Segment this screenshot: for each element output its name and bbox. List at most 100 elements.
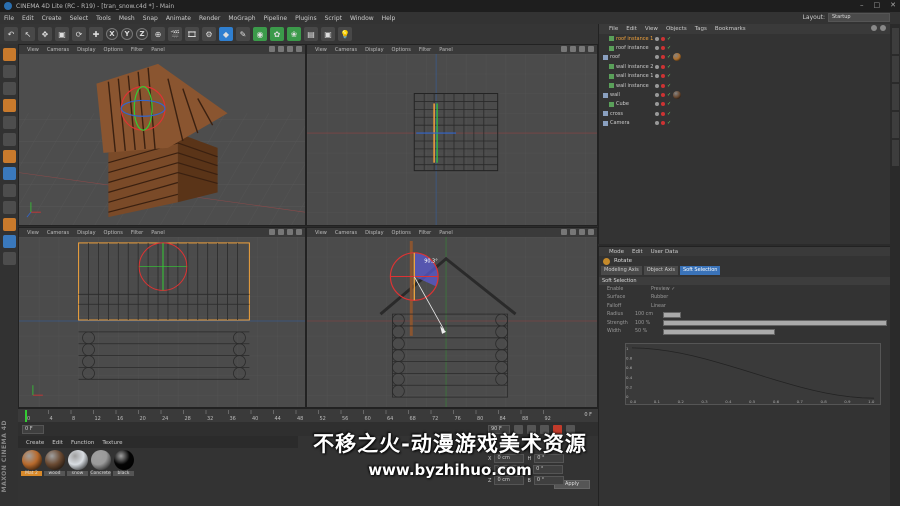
texture-mode-icon[interactable] (2, 65, 16, 78)
menu-edit[interactable]: Edit (22, 15, 34, 22)
om-menu-objects[interactable]: Objects (666, 26, 687, 32)
enabled-check-icon[interactable]: ✓ (667, 101, 671, 107)
maximize-icon[interactable] (296, 229, 302, 235)
render-visibility-dot[interactable] (661, 64, 665, 69)
vp-menu-filter[interactable]: Filter (419, 230, 431, 236)
zoom-icon[interactable] (278, 229, 284, 235)
playhead[interactable] (25, 410, 27, 422)
editor-visibility-dot[interactable] (655, 55, 659, 60)
orbit-icon[interactable] (287, 46, 293, 52)
render-visibility-dot[interactable] (661, 46, 665, 51)
enabled-check-icon[interactable]: ✓ (667, 64, 671, 70)
param-slider[interactable] (663, 311, 681, 318)
menu-window[interactable]: Window (350, 15, 374, 22)
object-row[interactable]: Cube ✓ (599, 100, 890, 109)
vp-menu-view[interactable]: View (27, 47, 39, 53)
y-axis-lock-button[interactable]: Y (121, 28, 133, 40)
render-picture-viewer-icon[interactable]: 🎞 (185, 27, 199, 41)
close-button[interactable]: ✕ (890, 1, 896, 9)
zoom-icon[interactable] (570, 46, 576, 52)
takes-dock-tab[interactable] (891, 56, 899, 82)
material-swatch[interactable]: Mat 2 (21, 450, 42, 476)
vp-menu-options[interactable]: Options (104, 230, 123, 236)
vp-menu-view[interactable]: View (27, 230, 39, 236)
editor-visibility-dot[interactable] (655, 111, 659, 116)
vp-menu-panel[interactable]: Panel (439, 230, 453, 236)
layers-dock-tab[interactable] (891, 140, 899, 166)
vp-menu-options[interactable]: Options (392, 47, 411, 53)
menu-mograph[interactable]: MoGraph (228, 15, 255, 22)
vp-menu-cameras[interactable]: Cameras (335, 47, 357, 53)
menu-create[interactable]: Create (42, 15, 62, 22)
pan-icon[interactable] (561, 229, 567, 235)
tab-object-axis[interactable]: Object Axis (643, 266, 678, 275)
maximize-icon[interactable] (588, 46, 594, 52)
falloff-graph[interactable]: 0.0 0.1 0.2 0.3 0.4 0.5 0.6 0.7 0.8 0.9 1.0 1 0.8 0.6… (625, 343, 881, 405)
layout-dropdown[interactable]: Startup (828, 13, 890, 22)
render-settings-icon[interactable]: ⚙ (202, 27, 216, 41)
material-tag-icon[interactable] (673, 91, 681, 100)
viewport-top[interactable]: View Cameras Display Options Filter Pane… (306, 44, 598, 226)
camera-icon[interactable]: ▣ (321, 27, 335, 41)
orbit-icon[interactable] (579, 229, 585, 235)
editor-visibility-dot[interactable] (655, 36, 659, 41)
render-visibility-dot[interactable] (661, 83, 665, 88)
menu-script[interactable]: Script (325, 15, 342, 22)
render-visibility-dot[interactable] (661, 74, 665, 79)
enable-axis-icon[interactable] (2, 167, 16, 180)
array-icon[interactable]: ✿ (270, 27, 284, 41)
menu-file[interactable]: File (4, 15, 14, 22)
am-menu-edit[interactable]: Edit (632, 249, 643, 255)
mat-menu-edit[interactable]: Edit (52, 440, 63, 446)
mat-menu-create[interactable]: Create (26, 440, 44, 446)
tab-soft-selection[interactable]: Soft Selection (679, 266, 721, 275)
move-icon[interactable]: ✥ (38, 27, 52, 41)
vp-menu-options[interactable]: Options (392, 230, 411, 236)
enabled-check-icon[interactable]: ✓ (667, 36, 671, 42)
material-swatch[interactable]: snow (67, 450, 88, 476)
editor-visibility-dot[interactable] (655, 102, 659, 107)
object-row[interactable]: wall instance 1 ✓ (599, 72, 890, 81)
snap-icon[interactable] (2, 201, 16, 214)
render-visibility-dot[interactable] (661, 55, 665, 60)
floor-icon[interactable]: ▤ (304, 27, 318, 41)
param-slider[interactable] (663, 328, 775, 335)
vp-menu-view[interactable]: View (315, 230, 327, 236)
viewport-solo-icon[interactable] (2, 252, 16, 265)
param-option[interactable]: Rubber (651, 295, 668, 300)
editor-visibility-dot[interactable] (655, 64, 659, 69)
orbit-icon[interactable] (579, 46, 585, 52)
material-swatch[interactable]: Concrete (90, 450, 111, 476)
param-option[interactable]: Preview ✓ (651, 287, 675, 292)
model-mode-icon[interactable] (2, 48, 16, 61)
maximize-icon[interactable] (296, 46, 302, 52)
menu-select[interactable]: Select (70, 15, 89, 22)
deformer-icon[interactable]: ❀ (287, 27, 301, 41)
vp-menu-options[interactable]: Options (104, 47, 123, 53)
mat-menu-function[interactable]: Function (71, 440, 94, 446)
vp-menu-display[interactable]: Display (77, 230, 95, 236)
render-visibility-dot[interactable] (661, 102, 665, 107)
viewport-perspective[interactable]: View Cameras Display Options Filter Pane… (18, 44, 306, 226)
filter-icon[interactable] (880, 25, 886, 31)
param-slider[interactable] (663, 320, 887, 327)
zoom-icon[interactable] (570, 229, 576, 235)
tab-modeling-axis[interactable]: Modeling Axis (601, 266, 642, 275)
rotate-icon[interactable]: ⟳ (72, 27, 86, 41)
om-menu-tags[interactable]: Tags (695, 26, 707, 32)
pan-icon[interactable] (269, 229, 275, 235)
editor-visibility-dot[interactable] (655, 83, 659, 88)
editor-visibility-dot[interactable] (655, 93, 659, 98)
object-row[interactable]: cross ✓ (599, 109, 890, 118)
subdivision-icon[interactable]: ◉ (253, 27, 267, 41)
vp-menu-filter[interactable]: Filter (131, 47, 143, 53)
object-row[interactable]: roof instance ✓ (599, 43, 890, 52)
render-view-icon[interactable]: 🎬 (168, 27, 182, 41)
object-row[interactable]: roof instance 1 ✓ (599, 34, 890, 43)
edges-mode-icon[interactable] (2, 116, 16, 129)
live-selection-icon[interactable]: ↖ (21, 27, 35, 41)
pan-icon[interactable] (269, 46, 275, 52)
vp-menu-panel[interactable]: Panel (151, 230, 165, 236)
coordinate-system-icon[interactable]: ⊕ (151, 27, 165, 41)
om-menu-file[interactable]: File (609, 26, 618, 32)
